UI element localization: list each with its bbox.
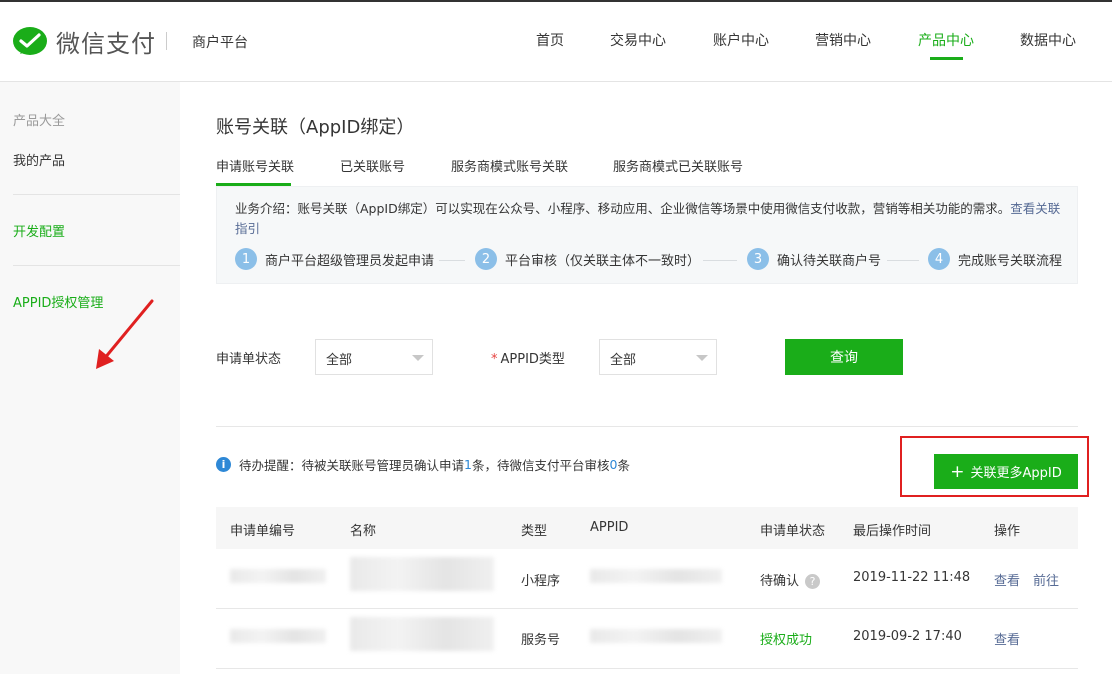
- col-header-name: 名称: [350, 524, 377, 539]
- col-header-actions: 操作: [994, 524, 1021, 539]
- cell-time: 2019-09-2 17:40: [853, 629, 962, 644]
- todo-reminder: i 待办提醒：待被关联账号管理员确认申请 1 条，待微信支付平台审核 0 条: [216, 455, 630, 474]
- appid-type-label-text: APPID类型: [500, 352, 565, 367]
- step-label: 确认待关联商户号: [777, 253, 882, 269]
- brand-name: 微信支付: [56, 30, 156, 58]
- nav-active-underline: [930, 57, 963, 60]
- question-icon[interactable]: ?: [805, 574, 821, 589]
- header: 微信支付 商户平台 首页 交易中心 账户中心 营销中心 产品中心 数据中心: [0, 2, 1112, 82]
- todo-count-review: 0: [609, 457, 618, 472]
- step-label: 商户平台超级管理员发起申请: [265, 253, 435, 269]
- header-divider: [166, 32, 167, 50]
- redacted-appid: [590, 629, 722, 643]
- step-label: 完成账号关联流程: [958, 253, 1063, 269]
- col-header-last-op-time: 最后操作时间: [853, 524, 932, 539]
- step-label: 平台审核（仅关联主体不一致时）: [505, 253, 701, 269]
- view-link[interactable]: 查看: [994, 629, 1020, 648]
- redacted-application-no: [230, 569, 326, 583]
- sidebar-item-my-products[interactable]: 我的产品: [13, 150, 65, 169]
- platform-name: 商户平台: [192, 35, 248, 51]
- wechat-pay-logo-icon: [13, 26, 47, 55]
- cell-type: 服务号: [521, 633, 561, 648]
- appid-type-filter-label: * APPID类型: [491, 348, 565, 367]
- table-row: 小程序 待确认? 2019-11-22 11:48 查看 前往: [216, 549, 1078, 609]
- query-button[interactable]: 查询: [785, 339, 903, 375]
- table-row: 服务号 授权成功 2019-09-2 17:40 查看: [216, 609, 1078, 669]
- col-header-status: 申请单状态: [760, 524, 826, 539]
- intro-panel: 业务介绍：账号关联（AppID绑定）可以实现在公众号、小程序、移动应用、企业微信…: [216, 186, 1078, 284]
- intro-description: 业务介绍：账号关联（AppID绑定）可以实现在公众号、小程序、移动应用、企业微信…: [235, 201, 1011, 216]
- wechat-pay-logo[interactable]: 微信支付: [12, 24, 156, 59]
- todo-suffix: 条: [617, 458, 630, 473]
- red-highlight-box: [900, 436, 1089, 497]
- step-number: 3: [747, 248, 769, 270]
- cell-status: 授权成功: [760, 633, 813, 648]
- appid-type-select-value: 全部: [610, 353, 637, 368]
- sidebar-divider: [13, 265, 180, 266]
- tab-apply-link[interactable]: 申请账号关联: [216, 156, 294, 175]
- nav-data[interactable]: 数据中心: [1020, 30, 1076, 50]
- redacted-application-no: [230, 629, 326, 643]
- col-header-application-no: 申请单编号: [230, 524, 296, 539]
- nav-home[interactable]: 首页: [536, 30, 564, 50]
- view-link[interactable]: 查看: [994, 570, 1020, 589]
- section-divider: [216, 426, 1078, 427]
- chevron-down-icon: [696, 355, 708, 361]
- red-arrow-annotation: [96, 299, 154, 369]
- step-1: 1 商户平台超级管理员发起申请: [235, 248, 434, 270]
- step-connector: [887, 260, 919, 261]
- todo-count-confirm: 1: [464, 457, 472, 472]
- nav-products[interactable]: 产品中心: [918, 30, 974, 50]
- goto-link[interactable]: 前往: [1033, 570, 1059, 589]
- step-connector: [439, 260, 465, 261]
- nav-account[interactable]: 账户中心: [713, 30, 769, 50]
- step-3: 3 确认待关联商户号: [747, 248, 881, 270]
- nav-marketing[interactable]: 营销中心: [815, 30, 871, 50]
- sidebar-section-title: 产品大全: [13, 114, 66, 129]
- todo-prefix: 待办提醒：待被关联账号管理员确认申请: [239, 458, 465, 473]
- redacted-name: [350, 617, 494, 651]
- status-select-value: 全部: [326, 353, 353, 368]
- step-number: 2: [475, 248, 497, 270]
- status-select[interactable]: 全部: [315, 339, 433, 375]
- tab-sp-linked-accounts[interactable]: 服务商模式已关联账号: [613, 156, 743, 175]
- tab-sp-apply-link[interactable]: 服务商模式账号关联: [451, 156, 568, 175]
- status-text: 待确认: [760, 574, 800, 589]
- sidebar-divider: [13, 194, 180, 195]
- tab-linked-accounts[interactable]: 已关联账号: [340, 156, 405, 175]
- appid-type-select[interactable]: 全部: [599, 339, 717, 375]
- todo-middle: 条，待微信支付平台审核: [471, 458, 610, 473]
- nav-transaction[interactable]: 交易中心: [610, 30, 666, 50]
- step-number: 1: [235, 248, 257, 270]
- col-header-appid: APPID: [590, 520, 629, 535]
- status-filter-label: 申请单状态: [216, 352, 282, 367]
- redacted-name: [350, 557, 494, 591]
- cell-type: 小程序: [521, 574, 561, 589]
- cell-time: 2019-11-22 11:48: [853, 570, 971, 585]
- col-header-type: 类型: [521, 524, 548, 539]
- step-4: 4 完成账号关联流程: [928, 248, 1062, 270]
- table-header: 申请单编号 名称 类型 APPID 申请单状态 最后操作时间 操作: [216, 507, 1078, 549]
- page-title: 账号关联（AppID绑定）: [216, 117, 415, 138]
- step-connector: [703, 260, 737, 261]
- info-icon: i: [216, 457, 231, 472]
- cell-status: 待确认?: [760, 570, 821, 589]
- redacted-appid: [590, 569, 722, 583]
- step-2: 2 平台审核（仅关联主体不一致时）: [475, 248, 700, 270]
- intro-text: 业务介绍：账号关联（AppID绑定）可以实现在公众号、小程序、移动应用、企业微信…: [235, 199, 1065, 239]
- sidebar-item-dev-config[interactable]: 开发配置: [13, 221, 65, 240]
- step-number: 4: [928, 248, 950, 270]
- required-mark: *: [491, 352, 498, 367]
- sidebar: 产品大全 我的产品 开发配置 APPID授权管理: [0, 82, 180, 674]
- chevron-down-icon: [412, 355, 424, 361]
